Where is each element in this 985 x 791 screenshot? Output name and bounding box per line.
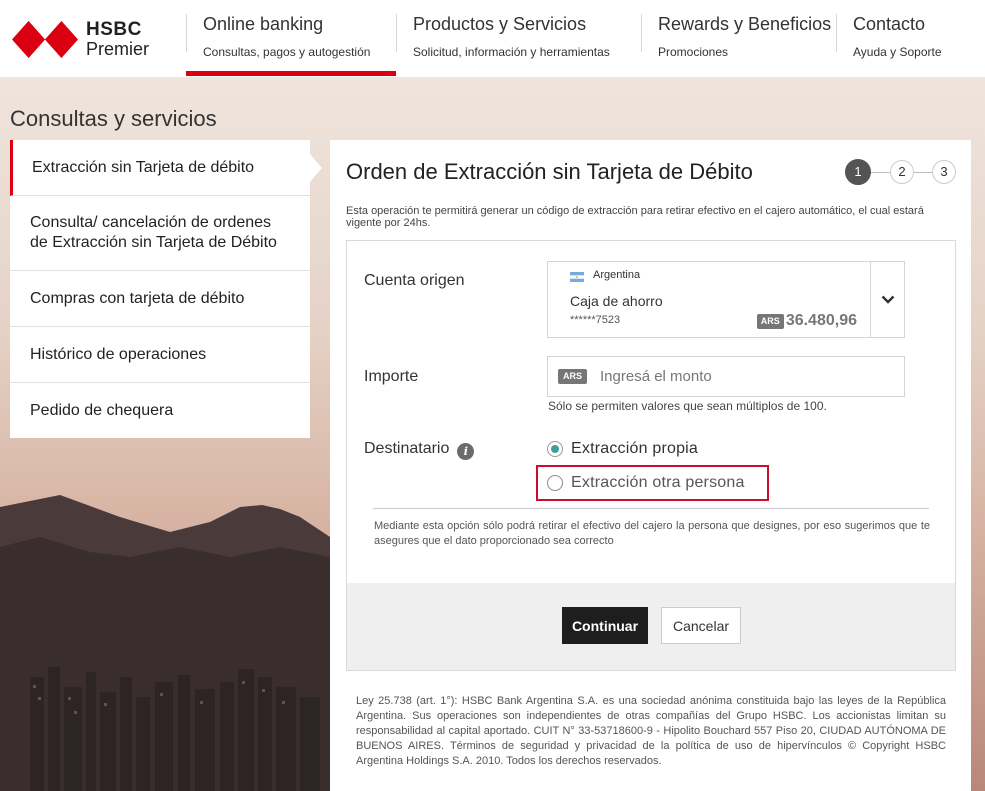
nav-subtitle: Consultas, pagos y autogestión bbox=[203, 45, 371, 59]
step-3: 3 bbox=[932, 160, 956, 184]
account-balance: ARS 36.480,96 bbox=[756, 312, 857, 330]
nav-title: Contacto bbox=[853, 14, 926, 34]
extraction-order-panel: Orden de Extracción sin Tarjeta de Débit… bbox=[330, 140, 971, 791]
sidebar-item-consulta-cancelacion[interactable]: Consulta/ cancelación de ordenes de Extr… bbox=[10, 196, 310, 271]
amount-hint: Sólo se permiten valores que sean múltip… bbox=[548, 399, 827, 413]
nav-active-indicator bbox=[186, 71, 396, 76]
account-country: Argentina bbox=[593, 269, 641, 281]
radio-extraccion-otra-persona[interactable]: Extracción otra persona bbox=[547, 474, 745, 492]
brand-tier: Premier bbox=[86, 39, 150, 59]
nav-title: Online banking bbox=[203, 14, 324, 34]
step-indicator: 1 2 3 bbox=[845, 159, 957, 186]
sidebar-item-label: Extracción sin Tarjeta de débito bbox=[32, 158, 255, 176]
sidebar-item-label: Pedido de chequera bbox=[30, 401, 174, 419]
divider bbox=[373, 508, 929, 509]
sidebar-item-extraccion-sin-tarjeta[interactable]: Extracción sin Tarjeta de débito bbox=[10, 140, 322, 196]
brand-name: HSBC bbox=[86, 19, 142, 40]
chevron-down-icon bbox=[881, 295, 894, 304]
form-actions: Continuar Cancelar bbox=[346, 583, 956, 671]
nav-productos-servicios[interactable]: Productos y Servicios Solicitud, informa… bbox=[396, 0, 641, 77]
continue-button[interactable]: Continuar bbox=[562, 607, 648, 644]
sidebar-item-label: Compras con tarjeta de débito bbox=[30, 289, 245, 307]
nav-rewards-beneficios[interactable]: Rewards y Beneficios Promociones bbox=[641, 0, 836, 77]
sidebar-item-label: Consulta/ cancelación de ordenes de Extr… bbox=[30, 214, 277, 251]
amount-field[interactable]: ARS bbox=[547, 356, 905, 397]
nav-title: Productos y Servicios bbox=[413, 14, 587, 34]
account-select[interactable]: Argentina Caja de ahorro ******7523 ARS … bbox=[547, 261, 905, 338]
step-2: 2 bbox=[890, 160, 914, 184]
amount-input[interactable] bbox=[600, 368, 881, 385]
site-header: HSBC Premier Online banking Consultas, p… bbox=[0, 0, 985, 77]
nav-subtitle: Solicitud, información y herramientas bbox=[413, 45, 610, 59]
nav-subtitle: Promociones bbox=[658, 45, 729, 59]
amount-label: Importe bbox=[364, 368, 419, 385]
sidebar-item-compras-debito[interactable]: Compras con tarjeta de débito bbox=[10, 271, 310, 327]
step-1: 1 bbox=[845, 159, 871, 185]
argentina-flag-icon bbox=[570, 272, 584, 282]
hsbc-logo[interactable]: HSBC Premier bbox=[12, 20, 149, 58]
form-title: Orden de Extracción sin Tarjeta de Débit… bbox=[346, 159, 753, 184]
account-type: Caja de ahorro bbox=[570, 293, 663, 309]
sidebar-item-chequera[interactable]: Pedido de chequera bbox=[10, 383, 310, 438]
form-intro-text: Esta operación te permitirá generar un c… bbox=[346, 205, 924, 229]
recipient-label: Destinatario bbox=[364, 440, 450, 457]
hsbc-hexagon-logo-icon bbox=[12, 20, 78, 58]
currency-badge: ARS bbox=[558, 369, 588, 384]
account-label: Cuenta origen bbox=[364, 272, 465, 289]
recipient-note: Mediante esta opción sólo podrá retirar … bbox=[374, 520, 930, 547]
nav-title: Rewards y Beneficios bbox=[658, 14, 832, 34]
balance-value: 36.480,96 bbox=[785, 312, 857, 329]
nav-online-banking[interactable]: Online banking Consultas, pagos y autoge… bbox=[186, 0, 396, 77]
sidebar-item-historico[interactable]: Histórico de operaciones bbox=[10, 327, 310, 383]
cancel-button[interactable]: Cancelar bbox=[661, 607, 741, 644]
recipient-label-wrap: Destinatario i bbox=[364, 440, 475, 460]
info-icon[interactable]: i bbox=[457, 443, 475, 460]
radio-label: Extracción otra persona bbox=[571, 474, 745, 491]
sidebar-item-label: Histórico de operaciones bbox=[30, 345, 207, 363]
sidebar-menu: Extracción sin Tarjeta de débito Consult… bbox=[10, 140, 322, 438]
radio-extraccion-propia[interactable]: Extracción propia bbox=[547, 440, 698, 458]
nav-contacto[interactable]: Contacto Ayuda y Soporte bbox=[836, 0, 985, 77]
nav-subtitle: Ayuda y Soporte bbox=[853, 45, 942, 59]
currency-badge: ARS bbox=[756, 313, 784, 329]
radio-unchecked-icon[interactable] bbox=[547, 475, 563, 491]
account-dropdown-toggle[interactable] bbox=[870, 262, 904, 337]
page-title: Consultas y servicios bbox=[10, 106, 217, 131]
account-number: ******7523 bbox=[570, 314, 621, 326]
radio-checked-icon[interactable] bbox=[547, 441, 563, 457]
legal-disclaimer: Ley 25.738 (art. 1°): HSBC Bank Argentin… bbox=[356, 695, 946, 767]
radio-label: Extracción propia bbox=[571, 440, 699, 457]
